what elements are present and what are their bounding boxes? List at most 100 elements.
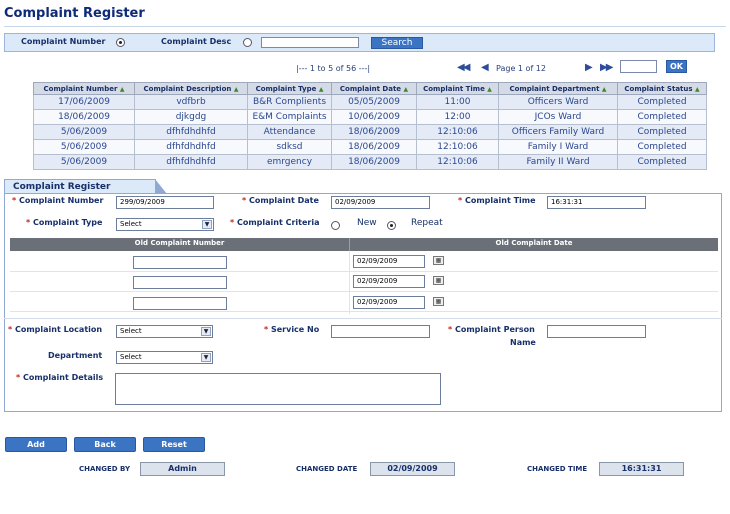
table-row[interactable]: 18/06/2009 djkgdg E&M Complaints 10/06/2009… [33, 109, 707, 125]
complaint-location-select-value: Select [120, 327, 142, 335]
first-page-icon[interactable]: ◀◀ [457, 62, 470, 73]
cell-department: Family II Ward [498, 154, 618, 170]
cell-date: 18/06/2009 [331, 154, 417, 170]
table-row[interactable]: 5/06/2009 dfhfdhdhfd Attendance 18/06/2009 1… [33, 124, 707, 140]
old-complaint-date-field[interactable]: 02/09/2009 [353, 255, 425, 268]
criteria-new-label: New [357, 218, 377, 228]
cell-status: Completed [617, 154, 707, 170]
complaint-type-select[interactable]: Select ▼ [116, 218, 214, 231]
cell-status: Completed [617, 94, 707, 110]
search-desc-radio[interactable] [243, 38, 252, 47]
prev-page-icon[interactable]: ◀ [481, 62, 489, 73]
back-button[interactable]: Back [74, 437, 136, 452]
col-complaint-number[interactable]: Complaint Number ▲ [33, 82, 135, 95]
last-page-icon[interactable]: ▶▶ [600, 62, 613, 73]
cell-description: dfhfdhdhfd [134, 154, 248, 170]
col-complaint-department[interactable]: Complaint Department ▲ [498, 82, 618, 95]
cell-number: 17/06/2009 [33, 94, 135, 110]
service-no-field[interactable] [331, 325, 430, 338]
cell-type: sdksd [247, 139, 332, 155]
grid-header-row: Complaint Number ▲ Complaint Description… [33, 82, 707, 95]
col-complaint-type[interactable]: Complaint Type ▲ [247, 82, 332, 95]
table-row[interactable]: 5/06/2009 dfhfdhdhfd emrgency 18/06/2009 12:… [33, 154, 707, 170]
complaint-time-label: * Complaint Time [458, 196, 536, 205]
criteria-new-radio[interactable] [331, 221, 340, 230]
cell-status: Completed [617, 124, 707, 140]
department-select-value: Select [120, 353, 142, 361]
cell-status: Completed [617, 109, 707, 125]
goto-page-input[interactable] [620, 60, 657, 73]
chevron-down-icon: ▼ [201, 327, 211, 336]
cell-description: dfhfdhdhfd [134, 139, 248, 155]
old-complaint-date-field[interactable]: 02/09/2009 [353, 275, 425, 288]
search-bar: Complaint Number Complaint Desc Search [4, 33, 715, 52]
complaint-number-field[interactable]: 299/09/2009 [116, 196, 214, 209]
old-complaints-header: Old Complaint Number Old Complaint Date [10, 238, 718, 251]
old-complaint-date-field[interactable]: 02/09/2009 [353, 296, 425, 309]
complaint-date-field[interactable]: 02/09/2009 [331, 196, 430, 209]
col-complaint-status[interactable]: Complaint Status ▲ [617, 82, 707, 95]
old-number-header: Old Complaint Number [134, 239, 225, 247]
next-page-icon[interactable]: ▶ [585, 62, 593, 73]
changed-by-value: Admin [140, 462, 225, 476]
calendar-icon[interactable]: ▦ [433, 256, 444, 265]
calendar-icon[interactable]: ▦ [433, 276, 444, 285]
cell-description: djkgdg [134, 109, 248, 125]
search-input[interactable] [261, 37, 359, 48]
changed-date-label: CHANGED DATE [296, 465, 358, 473]
cell-type: E&M Complaints [247, 109, 332, 125]
cell-description: vdfbrb [134, 94, 248, 110]
title-divider [4, 26, 726, 27]
cell-number: 5/06/2009 [33, 139, 135, 155]
complaint-location-select[interactable]: Select ▼ [116, 325, 213, 338]
complaint-details-label: * Complaint Details [16, 373, 104, 382]
cell-time: 12:10:06 [416, 154, 499, 170]
col-complaint-time[interactable]: Complaint Time ▲ [416, 82, 499, 95]
person-name-field[interactable] [547, 325, 646, 338]
cell-time: 12:10:06 [416, 124, 499, 140]
cell-department: JCOs Ward [498, 109, 618, 125]
calendar-icon[interactable]: ▦ [433, 297, 444, 306]
old-complaint-number-field[interactable] [133, 297, 227, 310]
complaint-location-label: * Complaint Location [8, 325, 103, 334]
complaint-criteria-label: * Complaint Criteria [230, 218, 320, 227]
search-number-radio[interactable] [116, 38, 125, 47]
complaint-number-label: * Complaint Number [12, 196, 104, 205]
department-label: Department [48, 351, 103, 360]
add-button[interactable]: Add [5, 437, 67, 452]
table-row[interactable]: 5/06/2009 dfhfdhdhfd sdksd 18/06/2009 12:10:… [33, 139, 707, 155]
form-tab[interactable]: Complaint Register [4, 179, 167, 194]
cell-status: Completed [617, 139, 707, 155]
cell-time: 12:00 [416, 109, 499, 125]
goto-page-ok-button[interactable]: OK [666, 60, 687, 73]
col-complaint-date[interactable]: Complaint Date ▲ [331, 82, 417, 95]
changed-time-value: 16:31:31 [599, 462, 684, 476]
cell-number: 5/06/2009 [33, 154, 135, 170]
form-section-divider [4, 318, 722, 319]
cell-date: 05/05/2009 [331, 94, 417, 110]
department-select[interactable]: Select ▼ [116, 351, 213, 364]
reset-button[interactable]: Reset [143, 437, 205, 452]
search-desc-label: Complaint Desc [161, 37, 232, 46]
old-complaint-number-field[interactable] [133, 276, 227, 289]
chevron-down-icon: ▼ [202, 220, 212, 229]
search-button[interactable]: Search [371, 37, 423, 49]
complaint-time-field[interactable]: 16:31:31 [547, 196, 646, 209]
cell-date: 18/06/2009 [331, 124, 417, 140]
cell-department: Officers Ward [498, 94, 618, 110]
table-row[interactable]: 17/06/2009 vdfbrb B&R Complients 05/05/2009… [33, 94, 707, 110]
cell-number: 18/06/2009 [33, 109, 135, 125]
cell-date: 10/06/2009 [331, 109, 417, 125]
service-no-label: * Service No [264, 325, 320, 334]
complaints-grid: Complaint Number ▲ Complaint Description… [33, 82, 707, 170]
cell-time: 12:10:06 [416, 139, 499, 155]
cell-description: dfhfdhdhfd [134, 124, 248, 140]
cell-type: B&R Complients [247, 94, 332, 110]
col-complaint-description[interactable]: Complaint Description ▲ [134, 82, 248, 95]
complaint-details-textarea[interactable] [115, 373, 441, 405]
changed-by-label: CHANGED BY [79, 465, 131, 473]
criteria-repeat-radio[interactable] [387, 221, 396, 230]
old-complaint-number-field[interactable] [133, 256, 227, 269]
changed-time-label: CHANGED TIME [527, 465, 588, 473]
person-name-label: * Complaint Person [448, 325, 535, 334]
